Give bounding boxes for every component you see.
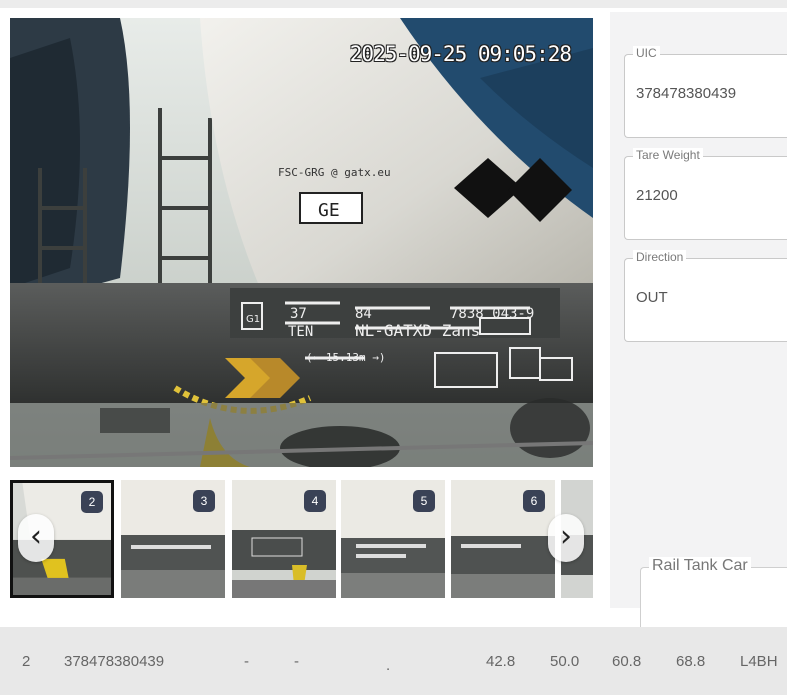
row-value-2: 50.0 bbox=[550, 653, 580, 670]
row-value-3: 60.8 bbox=[612, 653, 642, 670]
thumbnail-index-badge: 2 bbox=[81, 491, 103, 513]
wagon-photo: FSC-GRG @ gatx.eu GE G1 37 TEN 84 NL-GAT… bbox=[10, 18, 593, 467]
thumbnail-3[interactable]: 3 bbox=[121, 480, 225, 598]
table-row[interactable]: 2 378478380439 - - . 42.8 50.0 60.8 68.8… bbox=[0, 627, 787, 695]
row-value-1: 42.8 bbox=[486, 653, 516, 670]
thumbnail-index-badge: 3 bbox=[193, 490, 215, 512]
thumbnail-index-badge: 6 bbox=[523, 490, 545, 512]
svg-text:37: 37 bbox=[290, 306, 307, 322]
main-wagon-image: FSC-GRG @ gatx.eu GE G1 37 TEN 84 NL-GAT… bbox=[10, 18, 593, 467]
uic-label: UIC bbox=[633, 46, 660, 60]
tare-weight-field[interactable]: Tare Weight 21200 bbox=[624, 148, 787, 240]
rail-tank-car-field[interactable]: Rail Tank Car bbox=[640, 557, 787, 627]
previous-thumbnail-button[interactable]: ‹ bbox=[18, 514, 54, 562]
thumbnail-4[interactable]: 4 bbox=[232, 480, 336, 598]
thumbnail-index-badge: 4 bbox=[304, 490, 326, 512]
row-col4: - bbox=[294, 653, 299, 670]
details-panel: UIC 378478380439 Tare Weight 21200 Direc… bbox=[610, 12, 787, 627]
chevron-left-icon: ‹ bbox=[30, 519, 42, 554]
rail-tank-car-label: Rail Tank Car bbox=[649, 557, 751, 575]
thumbnail-5[interactable]: 5 bbox=[341, 480, 445, 598]
svg-text:(← 15.13m →): (← 15.13m →) bbox=[306, 351, 385, 364]
svg-text:84: 84 bbox=[355, 306, 372, 322]
tare-weight-value[interactable]: 21200 bbox=[636, 187, 678, 204]
svg-text:TEN: TEN bbox=[288, 324, 313, 340]
row-code: L4BH bbox=[740, 653, 778, 670]
svg-text:NL-GATXD Zans: NL-GATXD Zans bbox=[355, 321, 480, 340]
direction-field[interactable]: Direction OUT bbox=[624, 250, 787, 342]
thumbnail-index-badge: 5 bbox=[413, 490, 435, 512]
svg-text:GE: GE bbox=[318, 200, 340, 221]
uic-field[interactable]: UIC 378478380439 bbox=[624, 46, 787, 138]
row-col3: - bbox=[244, 653, 249, 670]
tare-weight-label: Tare Weight bbox=[633, 148, 703, 162]
row-uic: 378478380439 bbox=[64, 653, 165, 670]
direction-value[interactable]: OUT bbox=[636, 289, 668, 306]
chevron-right-icon: › bbox=[560, 519, 572, 554]
direction-label: Direction bbox=[633, 250, 687, 264]
svg-text:G1: G1 bbox=[246, 314, 260, 325]
uic-value[interactable]: 378478380439 bbox=[636, 85, 736, 102]
svg-text:7838 043-9: 7838 043-9 bbox=[450, 306, 534, 322]
thumbnail-strip[interactable]: 2 3 4 5 6 bbox=[10, 480, 593, 598]
thumbnail-6[interactable]: 6 bbox=[451, 480, 555, 598]
row-index: 2 bbox=[22, 653, 31, 670]
svg-text:FSC-GRG @ gatx.eu: FSC-GRG @ gatx.eu bbox=[278, 166, 391, 179]
top-strip bbox=[0, 0, 787, 8]
row-col5: . bbox=[386, 657, 391, 674]
next-thumbnail-button[interactable]: › bbox=[548, 514, 584, 562]
row-value-4: 68.8 bbox=[676, 653, 706, 670]
image-timestamp: 2025-09-25 09:05:28 bbox=[349, 42, 572, 66]
